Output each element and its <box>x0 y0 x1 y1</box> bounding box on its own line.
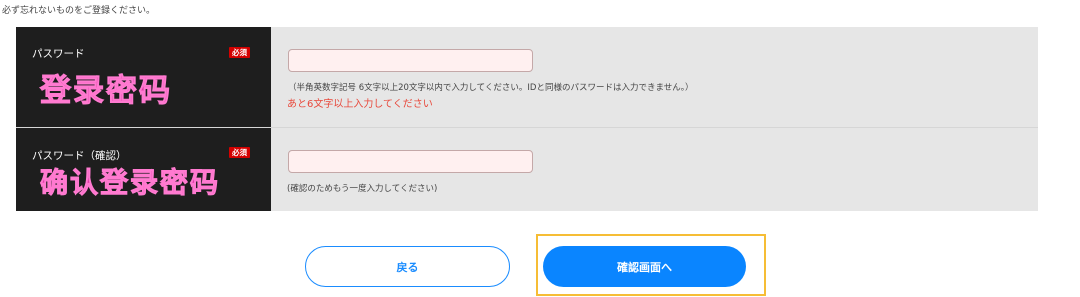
password-row: パスワード 必須 登录密码 （半角英数字記号 6文字以上20文字以内で入力してく… <box>16 27 1038 127</box>
password-confirm-hint: (確認のためもう一度入力してください) <box>287 184 438 194</box>
instruction-note: 必ず忘れないものをご登録ください。 <box>2 6 156 16</box>
password-error: あと6文字以上入力してください <box>287 99 433 110</box>
confirm-screen-button[interactable]: 確認画面へ <box>543 246 746 287</box>
password-field-cell: （半角英数字記号 6文字以上20文字以内で入力してください。IDと同様のパスワー… <box>271 27 1038 127</box>
back-button[interactable]: 戻る <box>305 246 510 287</box>
password-confirm-annotation-overlay: 确认登录密码 <box>39 166 221 200</box>
password-confirm-input[interactable] <box>288 150 533 173</box>
password-confirm-field-cell: (確認のためもう一度入力してください) <box>271 128 1038 211</box>
password-annotation-overlay: 登录密码 <box>40 73 172 110</box>
password-label-cell: パスワード 必須 登录密码 <box>16 27 271 127</box>
password-input[interactable] <box>288 49 533 72</box>
password-label: パスワード <box>32 48 85 60</box>
password-confirm-row: パスワード（確認） 必須 确认登录密码 (確認のためもう一度入力してください) <box>16 128 1038 211</box>
required-badge: 必須 <box>229 147 250 158</box>
required-badge: 必須 <box>229 47 250 58</box>
password-confirm-label-cell: パスワード（確認） 必須 确认登录密码 <box>16 128 271 211</box>
password-hint: （半角英数字記号 6文字以上20文字以内で入力してください。IDと同様のパスワー… <box>288 83 694 93</box>
